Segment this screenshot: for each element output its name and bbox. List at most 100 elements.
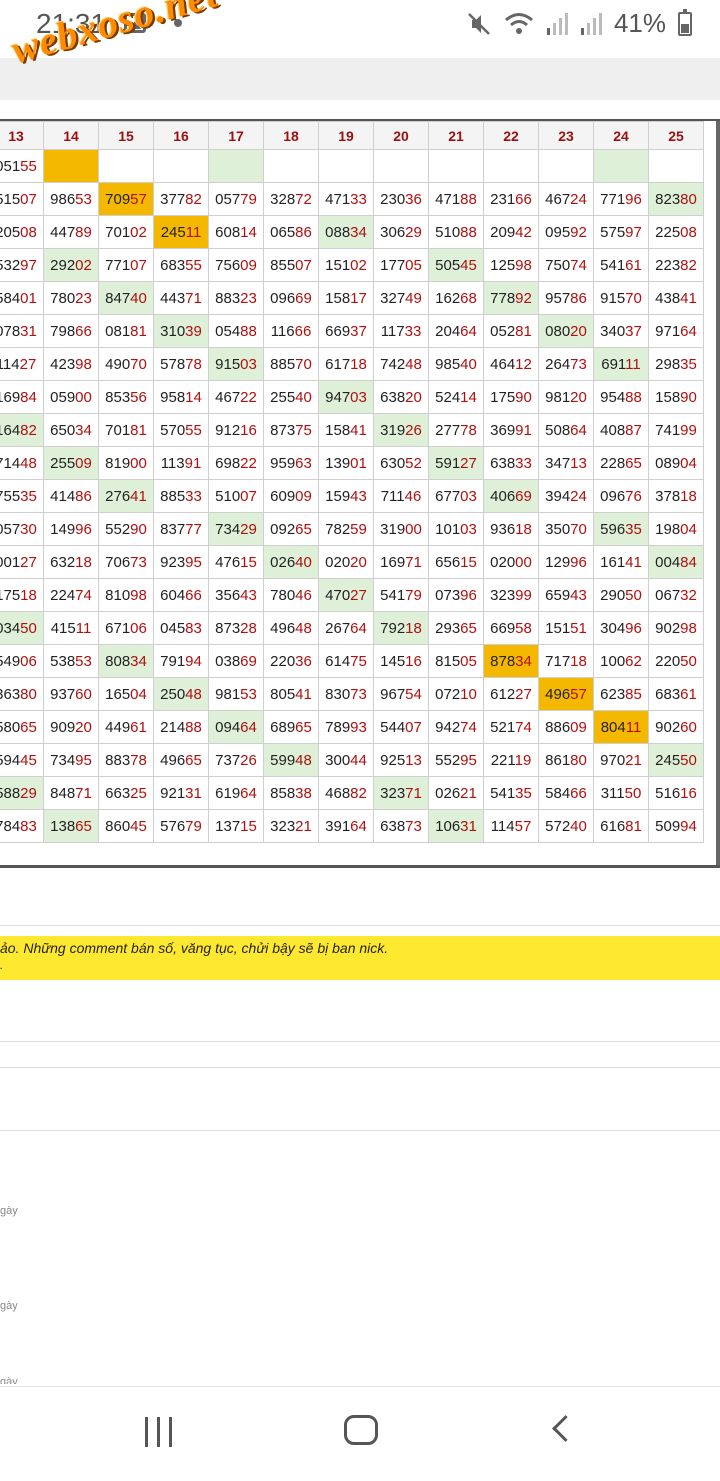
comment-time: gày (0, 1300, 18, 1312)
table-cell: 14516 (373, 644, 429, 678)
table-cell (153, 149, 209, 183)
table-cell: 86045 (98, 809, 154, 843)
table-cell: 98120 (538, 380, 594, 414)
table-cell: 88609 (538, 710, 594, 744)
table-cell: 26473 (538, 347, 594, 381)
table-cell: 63218 (43, 545, 99, 579)
table-cell: 98153 (208, 677, 264, 711)
table-cell: 24550 (648, 743, 704, 777)
home-icon[interactable] (344, 1415, 378, 1445)
table-cell: 07396 (428, 578, 484, 612)
table-cell (318, 149, 374, 183)
table-row: 1648265034701815705591216873751584131926… (0, 413, 704, 447)
table-cell: 17590 (483, 380, 539, 414)
table-cell: 75535 (0, 479, 44, 513)
table-cell: 81900 (98, 446, 154, 480)
table-cell: 31900 (373, 512, 429, 546)
table-cell: 11391 (153, 446, 209, 480)
navigation-bar (0, 1386, 720, 1481)
table-cell: 80411 (593, 710, 649, 744)
table-cell: 32321 (263, 809, 319, 843)
table-cell: 08904 (648, 446, 704, 480)
table-cell: 30496 (593, 611, 649, 645)
table-cell: 37782 (153, 182, 209, 216)
table-cell: 70181 (98, 413, 154, 447)
table-cell: 88533 (153, 479, 209, 513)
table-cell: 29835 (648, 347, 704, 381)
table-cell: 26764 (318, 611, 374, 645)
table-row: 0783179866081813103905488116666693711733… (0, 314, 704, 348)
table-cell: 80541 (263, 677, 319, 711)
column-header: 19 (318, 121, 374, 150)
table-cell: 11733 (373, 314, 429, 348)
table-cell: 54179 (373, 578, 429, 612)
table-cell: 19804 (648, 512, 704, 546)
table-cell: 13865 (43, 809, 99, 843)
table-cell: 57240 (538, 809, 594, 843)
table-cell: 12598 (483, 248, 539, 282)
table-cell: 12996 (538, 545, 594, 579)
table-cell: 60909 (263, 479, 319, 513)
table-cell: 66937 (318, 314, 374, 348)
table-cell (538, 149, 594, 183)
table-cell: 75074 (538, 248, 594, 282)
back-icon[interactable] (552, 1415, 579, 1442)
column-header: 25 (648, 121, 704, 150)
table-cell: 16971 (373, 545, 429, 579)
divider (0, 1041, 720, 1042)
table-cell: 63820 (373, 380, 429, 414)
table-cell (593, 149, 649, 183)
table-cell: 63052 (373, 446, 429, 480)
table-cell: 95963 (263, 446, 319, 480)
table-cell: 15151 (538, 611, 594, 645)
table-cell: 75609 (208, 248, 264, 282)
table-cell: 08020 (538, 314, 594, 348)
table-cell: 93760 (43, 677, 99, 711)
table-cell: 22036 (263, 644, 319, 678)
table-row: 05155 (0, 149, 704, 183)
table-cell: 31926 (373, 413, 429, 447)
table-cell: 24511 (153, 215, 209, 249)
table-cell: 57597 (593, 215, 649, 249)
table-cell: 78023 (43, 281, 99, 315)
table-cell: 88378 (98, 743, 154, 777)
table-cell: 85356 (98, 380, 154, 414)
table-cell: 05900 (43, 380, 99, 414)
table-cell: 40887 (593, 413, 649, 447)
table-cell: 06586 (263, 215, 319, 249)
table-cell: 47133 (318, 182, 374, 216)
table-cell: 08181 (98, 314, 154, 348)
notice-text: ảo. Những comment bán số, văng tục, chửi… (0, 940, 389, 956)
table-cell: 31150 (593, 776, 649, 810)
table-cell: 79218 (373, 611, 429, 645)
table-cell: 16504 (98, 677, 154, 711)
table-cell: 46722 (208, 380, 264, 414)
results-table-container[interactable]: 13141516171819202122232425 0515551507986… (0, 119, 720, 868)
table-cell: 52414 (428, 380, 484, 414)
table-cell: 73429 (208, 512, 264, 546)
column-header: 18 (263, 121, 319, 150)
table-cell: 02000 (483, 545, 539, 579)
table-cell: 85507 (263, 248, 319, 282)
table-cell (648, 149, 704, 183)
table-cell: 21488 (153, 710, 209, 744)
table-row: 5150798653709573778205779328724713323036… (0, 182, 704, 216)
recent-apps-icon[interactable] (145, 1417, 172, 1447)
table-cell: 23036 (373, 182, 429, 216)
table-header-row: 13 14 15 16 17 18 19 20 21 22 23 24 25 (0, 121, 704, 150)
table-cell: 58829 (0, 776, 44, 810)
table-cell: 95814 (153, 380, 209, 414)
table-cell: 46882 (318, 776, 374, 810)
table-cell: 65034 (43, 413, 99, 447)
table-cell: 49070 (98, 347, 154, 381)
comment-time: gày (0, 1205, 18, 1217)
table-cell (43, 149, 99, 183)
table-cell: 87328 (208, 611, 264, 645)
table-cell: 51616 (648, 776, 704, 810)
table-cell: 36380 (0, 677, 44, 711)
table-row: 5329729202771076835575609855071510217705… (0, 248, 704, 282)
table-cell: 58401 (0, 281, 44, 315)
table-cell: 02640 (263, 545, 319, 579)
table-cell: 13901 (318, 446, 374, 480)
table-cell: 05730 (0, 512, 44, 546)
